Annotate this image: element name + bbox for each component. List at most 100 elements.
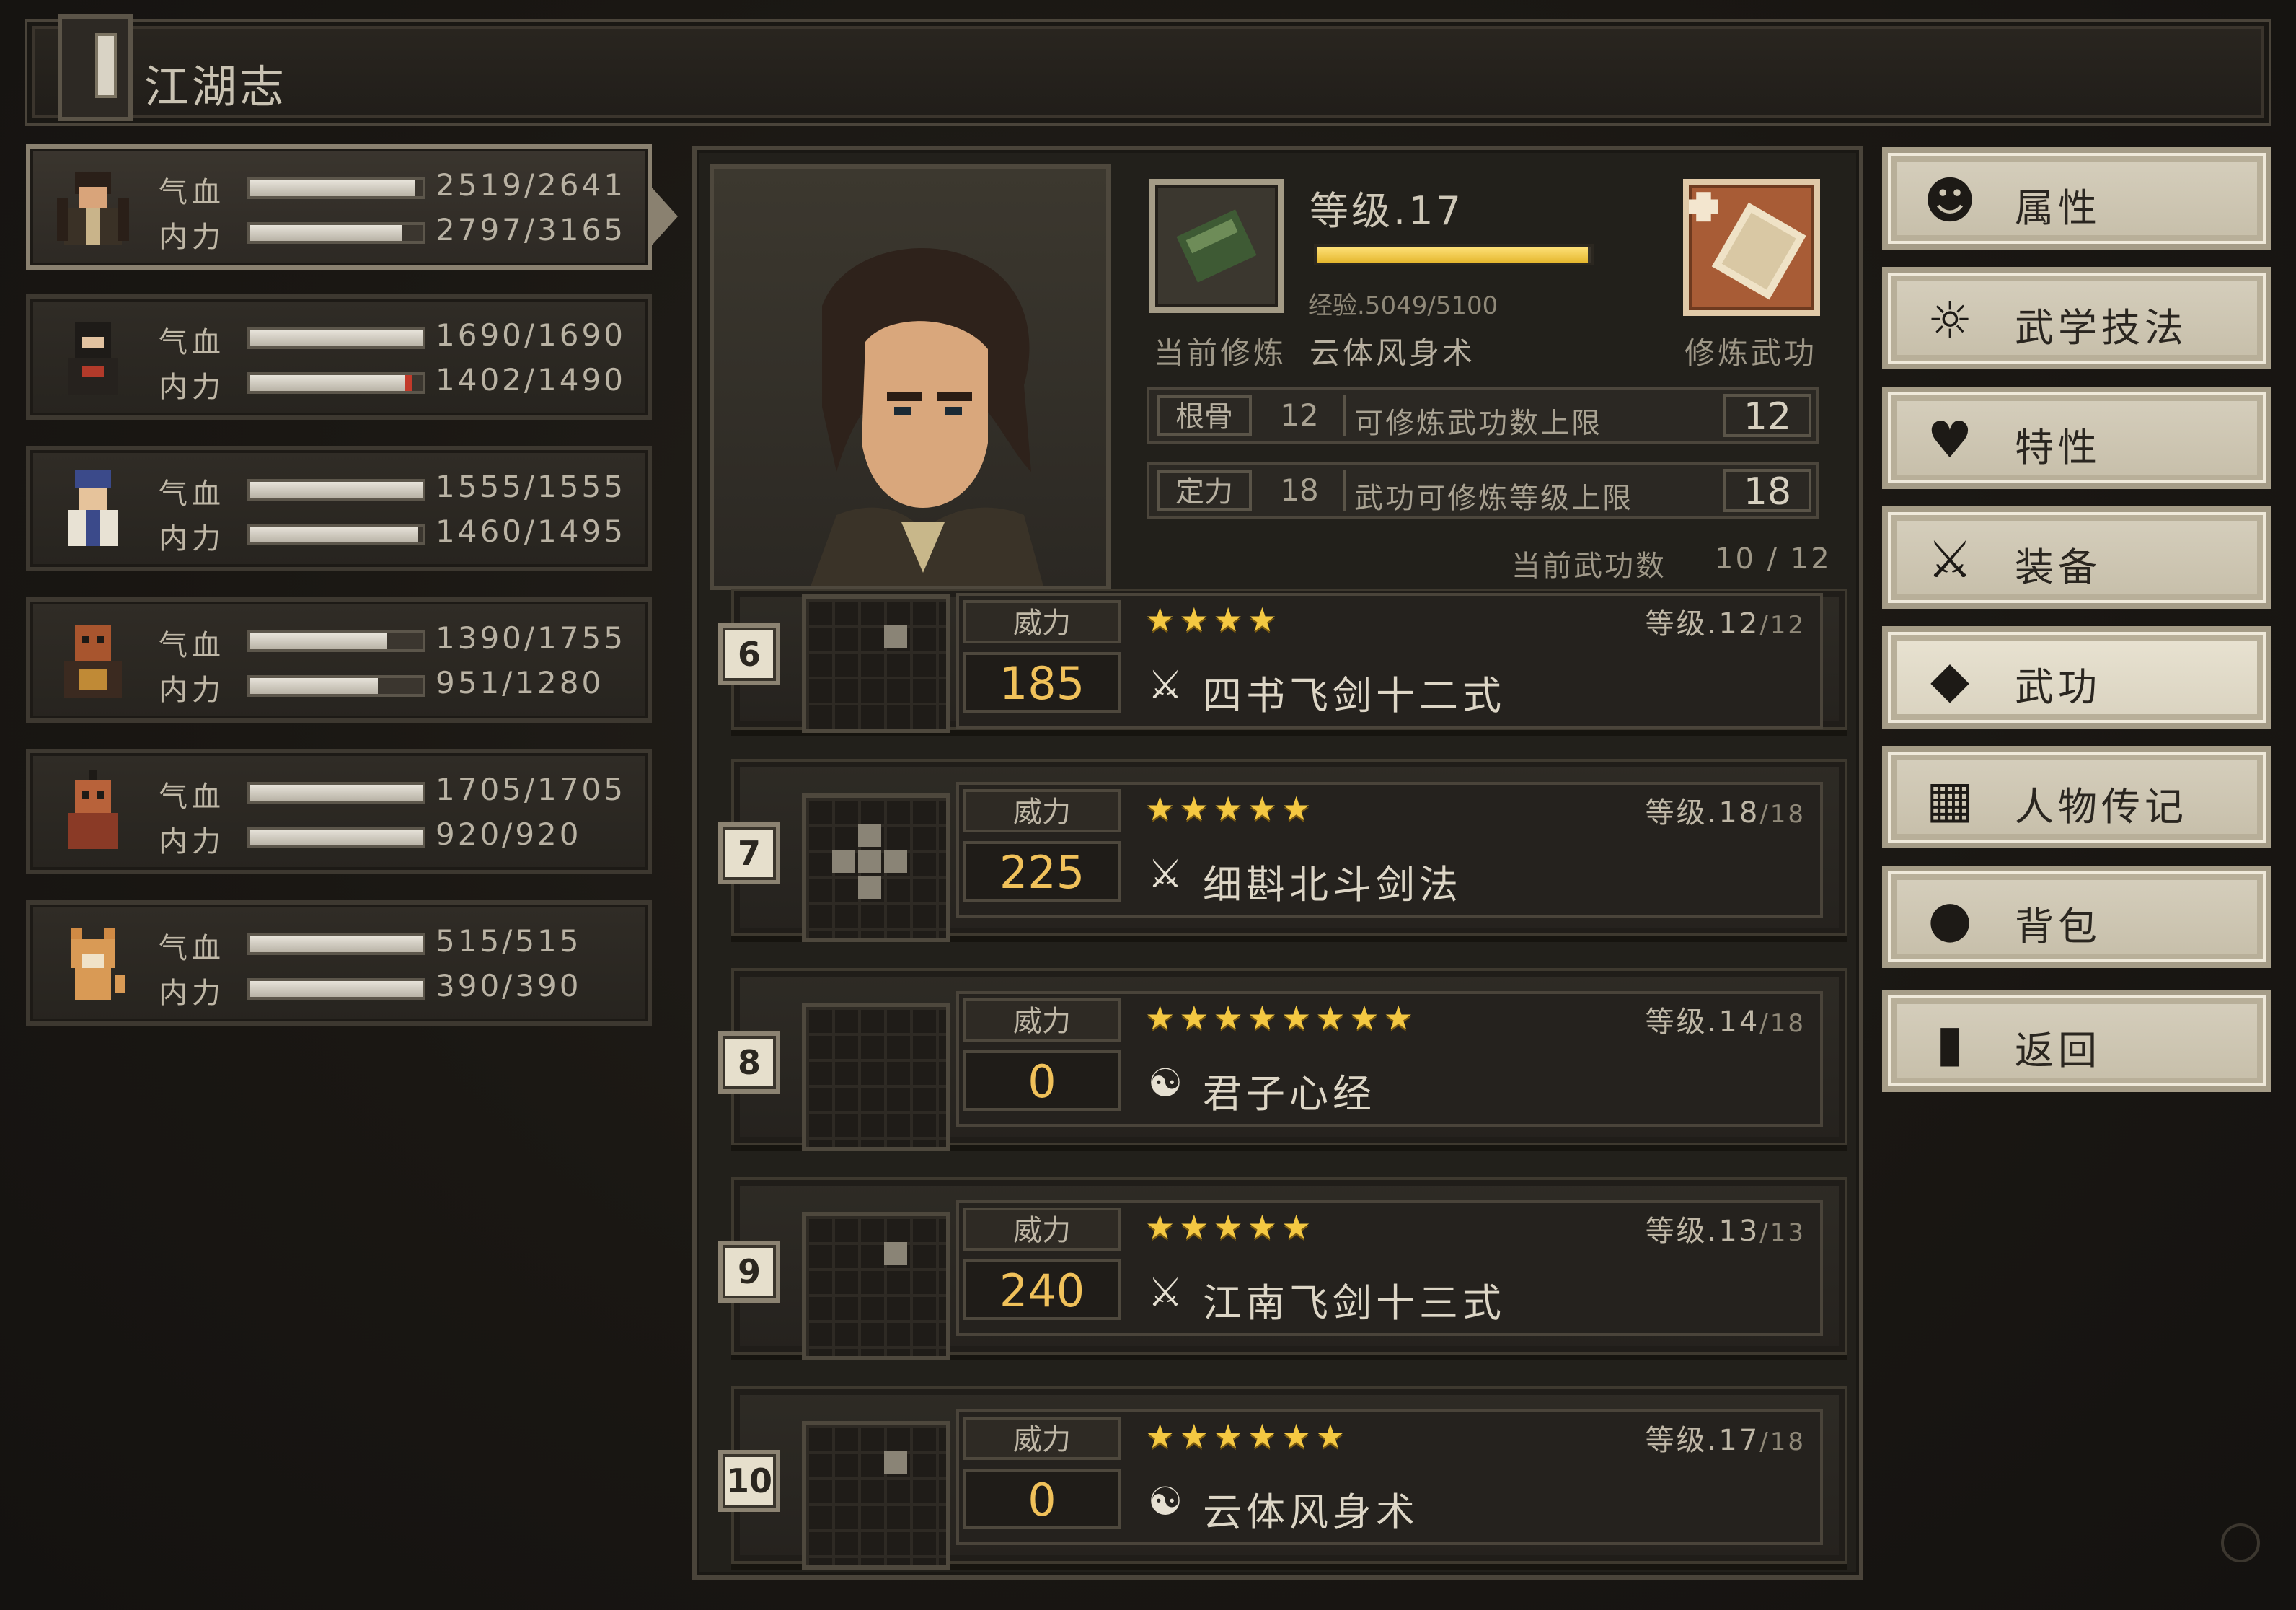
skill-grid: [802, 1421, 950, 1570]
exp-bar-fill: [1317, 247, 1589, 263]
menu-label: 武功: [2015, 664, 2101, 710]
menu-equipment-button[interactable]: ⚔ 装备: [1882, 506, 2271, 609]
skill-info: 威力 0 ★★★★★★★★ 等级.14/18 ☯ 君子心经: [956, 991, 1823, 1127]
skill-row[interactable]: 10 威力 0 ★★★★★★ 等级.17/18 ☯ 云体风身术: [718, 1386, 1847, 1570]
stat-max: 12: [1723, 394, 1811, 437]
mp-value: 390/390: [436, 968, 582, 1003]
current-training-label: 当前修炼: [1154, 335, 1287, 371]
hp-bar: [247, 479, 425, 501]
dog-avatar-icon: [71, 928, 125, 1000]
stat-row-focus: 定力 18 武功可修炼等级上限 18: [1147, 462, 1819, 519]
skill-row[interactable]: 7 威力 225 ★★★★★ 等级.18/18 ⚔ 细斟北斗剑法: [718, 759, 1847, 942]
menu-label: 特性: [2015, 425, 2101, 470]
trait-icon: ♥: [1927, 410, 1973, 470]
hp-value: 1690/1690: [436, 317, 626, 353]
hp-bar-fill: [250, 330, 423, 346]
skill-stars: ★★★★★★★★: [1145, 998, 1418, 1037]
menu-traits-button[interactable]: ♥ 特性: [1882, 387, 2271, 489]
party-member-1[interactable]: 气血 内力 2519/2641 2797/3165: [26, 144, 652, 270]
hp-label: 气血: [159, 478, 225, 511]
mp-value: 2797/3165: [436, 212, 626, 247]
menu-martial-arts-button[interactable]: ☼ 武学技法: [1882, 267, 2271, 369]
skill-name: 细斟北斗剑法: [1203, 862, 1462, 907]
party-member-4[interactable]: 气血 内力 1390/1755 951/1280: [26, 597, 652, 723]
skill-name: 君子心经: [1203, 1071, 1376, 1117]
scroll-icon: ▦: [1925, 770, 1974, 829]
stat-description: 武功可修炼等级上限: [1354, 482, 1633, 515]
stat-value: 12: [1256, 395, 1346, 436]
party-member-5[interactable]: 气血 内力 1705/1705 920/920: [26, 749, 652, 874]
hp-value: 1555/1555: [436, 469, 626, 504]
skill-level: 等级.18/18: [1645, 796, 1806, 830]
hp-label: 气血: [159, 629, 225, 662]
menu-bag-button[interactable]: ● 背包: [1882, 866, 2271, 968]
mp-value: 951/1280: [436, 665, 604, 700]
grid-cell: [884, 1451, 907, 1474]
hp-bar: [247, 782, 425, 804]
mp-bar-fill: [250, 527, 419, 542]
power-value: 0: [963, 1050, 1121, 1111]
mp-bar: [247, 222, 425, 244]
skill-index: 10: [718, 1450, 780, 1512]
menu-kungfu-button[interactable]: ◆ 武功: [1882, 626, 2271, 729]
menu-attributes-button[interactable]: ☻ 属性: [1882, 147, 2271, 250]
hp-value: 1705/1705: [436, 772, 626, 807]
skill-name: 四书飞剑十二式: [1203, 673, 1506, 718]
hp-bar: [247, 327, 425, 349]
skill-grid: [802, 1212, 950, 1360]
skill-row[interactable]: 9 威力 240 ★★★★★ 等级.13/13 ⚔ 江南飞剑十三式: [718, 1177, 1847, 1360]
mp-bar-fill: [250, 678, 379, 694]
mp-label: 内力: [159, 825, 225, 858]
bag-icon: ●: [1928, 889, 1972, 949]
power-label: 威力: [963, 600, 1121, 643]
stat-key: 根骨: [1157, 395, 1252, 436]
party-member-6[interactable]: 气血 内力 515/515 390/390: [26, 900, 652, 1026]
menu-back-button[interactable]: ▮ 返回: [1882, 990, 2271, 1092]
menu-label: 返回: [2015, 1028, 2101, 1073]
hp-bar-fill: [250, 482, 423, 498]
menu-label: 人物传记: [2015, 784, 2188, 830]
party-member-2[interactable]: 气血 内力 1690/1690 1402/1490: [26, 294, 652, 420]
hp-value: 1390/1755: [436, 620, 626, 656]
mp-bar-fill: [250, 225, 403, 241]
stat-row-bone: 根骨 12 可修炼武功数上限 12: [1147, 387, 1819, 444]
martial-person-icon: ☼: [1927, 291, 1973, 350]
ninja-avatar-icon: [68, 322, 118, 395]
skill-index: 9: [718, 1241, 780, 1303]
hp-label: 气血: [159, 176, 225, 209]
skill-name: 云体风身术: [1203, 1490, 1419, 1535]
mp-bar-fill: [250, 830, 423, 845]
skill-level: 等级.17/18: [1645, 1424, 1806, 1457]
stat-value: 18: [1256, 470, 1346, 511]
cultivate-button[interactable]: [1683, 179, 1820, 316]
character-level: 等级.17: [1310, 188, 1464, 234]
current-skill-scroll-icon: [1149, 179, 1284, 313]
skill-grid: [802, 1003, 950, 1151]
grid-cell: [884, 1242, 907, 1265]
hp-bar-fill: [250, 936, 423, 952]
hp-bar-fill: [250, 785, 423, 801]
skill-row[interactable]: 8 威力 0 ★★★★★★★★ 等级.14/18 ☯ 君子心经: [718, 968, 1847, 1151]
menu-biography-button[interactable]: ▦ 人物传记: [1882, 746, 2271, 848]
skill-index: 7: [718, 822, 780, 884]
hp-bar-fill: [250, 633, 387, 649]
door-icon: ▮: [1935, 1013, 1964, 1073]
skill-grid: [802, 793, 950, 942]
hp-bar: [247, 630, 425, 652]
cultivate-label: 修炼武功: [1685, 335, 1818, 371]
skill-grid: [802, 594, 950, 733]
skill-level: 等级.13/13: [1645, 1215, 1806, 1248]
power-value: 185: [963, 652, 1121, 713]
mp-bar-fill: [250, 375, 412, 391]
page-title: 江湖志: [144, 61, 288, 113]
hp-bar-fill: [250, 180, 415, 196]
skill-info: 威力 225 ★★★★★ 等级.18/18 ⚔ 细斟北斗剑法: [956, 782, 1823, 918]
party-member-3[interactable]: 气血 内力 1555/1555 1460/1495: [26, 446, 652, 571]
skill-stars: ★★★★★: [1145, 789, 1316, 828]
stat-description: 可修炼武功数上限: [1354, 407, 1602, 440]
skill-row[interactable]: 6 威力 185 ★★★★ 等级.12/12 ⚔ 四书飞剑十二式: [718, 589, 1847, 733]
mp-value: 920/920: [436, 817, 582, 852]
stat-key: 定力: [1157, 470, 1252, 511]
selected-arrow-icon: [652, 188, 678, 245]
swordsman-portrait-icon: [811, 248, 1043, 586]
